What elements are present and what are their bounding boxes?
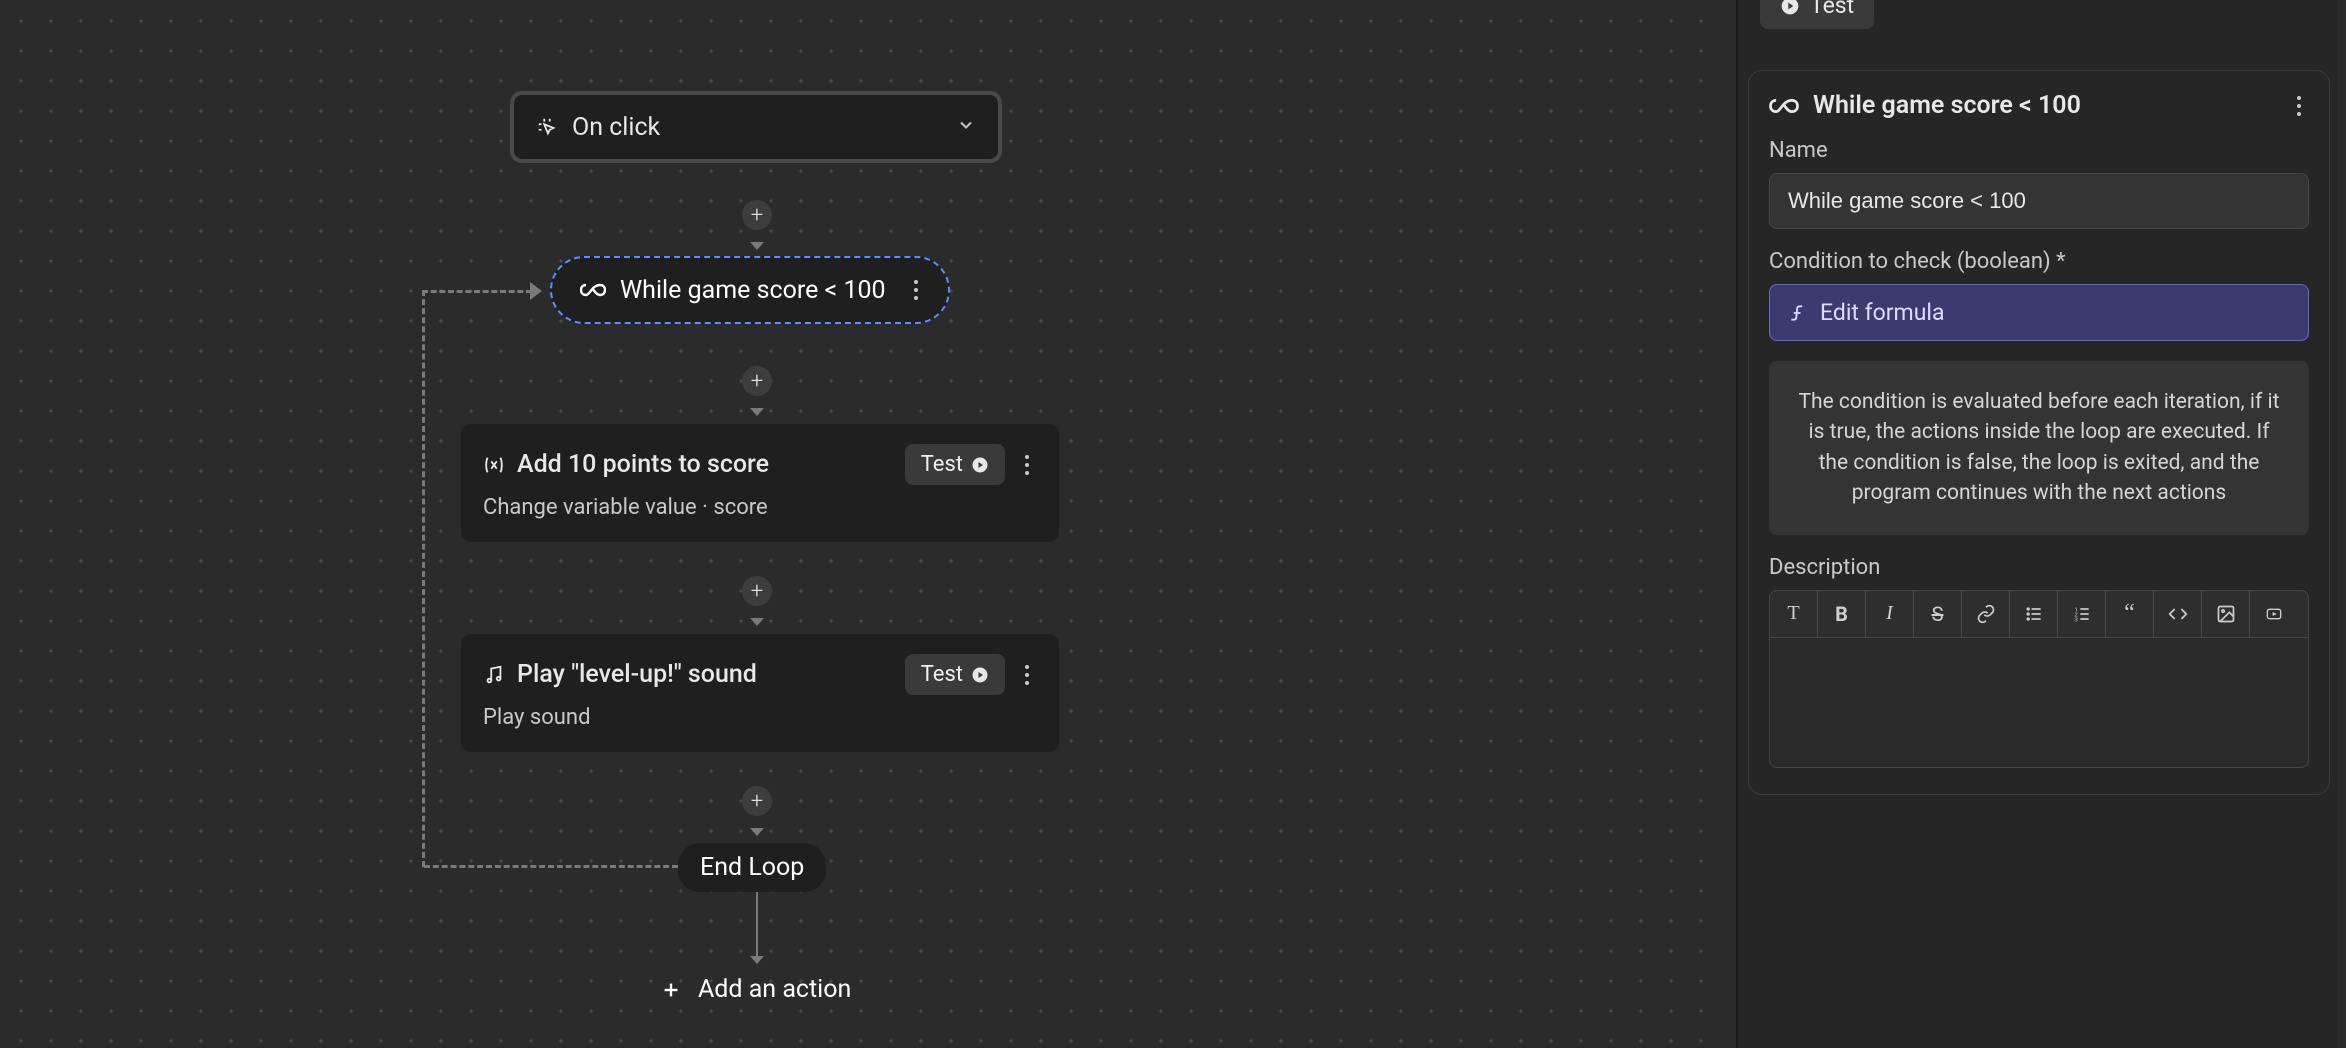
name-input[interactable] <box>1769 173 2309 229</box>
condition-help-text: The condition is evaluated before each i… <box>1769 361 2309 535</box>
panel-test-label: Test <box>1810 0 1854 19</box>
toolbar-bold[interactable]: B <box>1818 591 1866 637</box>
add-node-button[interactable]: + <box>742 200 772 230</box>
loop-back-connector <box>424 865 678 868</box>
connector-arrow-icon <box>750 828 764 836</box>
node-properties-card: While game score < 100 Name Condition to… <box>1748 70 2330 795</box>
function-icon <box>1788 302 1808 324</box>
panel-test-button[interactable]: Test <box>1760 0 1874 29</box>
action-node-add-points[interactable]: Add 10 points to score Test Change varia… <box>461 424 1059 542</box>
add-action-button[interactable]: Add an action <box>658 975 851 1004</box>
music-note-icon <box>483 664 505 686</box>
node-menu-button[interactable] <box>1017 455 1037 475</box>
connector-arrow-icon <box>750 242 764 250</box>
play-circle-icon <box>971 666 989 684</box>
loop-back-connector <box>422 290 425 867</box>
action-subtitle: Play sound <box>483 705 1037 730</box>
toolbar-link[interactable] <box>1962 591 2010 637</box>
while-loop-node[interactable]: While game score < 100 <box>550 256 950 324</box>
infinity-icon <box>1769 97 1799 115</box>
edit-formula-label: Edit formula <box>1820 299 1945 326</box>
edit-formula-button[interactable]: Edit formula <box>1769 284 2309 341</box>
flow-canvas[interactable]: On click + While game score < 100 + Add … <box>0 0 1728 1048</box>
toolbar-strikethrough[interactable]: S <box>1914 591 1962 637</box>
description-field-label: Description <box>1769 555 2309 580</box>
panel-menu-button[interactable] <box>2289 96 2309 116</box>
loop-arrow-icon <box>530 282 542 300</box>
trigger-label: On click <box>572 113 660 142</box>
test-button[interactable]: Test <box>905 444 1005 485</box>
add-action-label: Add an action <box>698 975 851 1004</box>
connector-arrow-icon <box>750 618 764 626</box>
action-subtitle: Change variable value · score <box>483 495 1037 520</box>
connector-line <box>756 892 758 956</box>
inspector-panel: Test While game score < 100 Name Conditi… <box>1736 0 2338 1048</box>
toolbar-quote[interactable]: “ <box>2106 591 2154 637</box>
action-title: Play "level-up!" sound <box>517 660 893 689</box>
toolbar-video[interactable] <box>2250 591 2298 637</box>
end-loop-node[interactable]: End Loop <box>678 843 826 892</box>
cursor-click-icon <box>536 116 558 138</box>
chevron-down-icon[interactable] <box>956 115 976 139</box>
toolbar-image[interactable] <box>2202 591 2250 637</box>
plus-icon <box>658 977 684 1003</box>
name-field-label: Name <box>1769 138 2309 163</box>
end-loop-label: End Loop <box>700 853 804 882</box>
play-circle-icon <box>1780 0 1800 16</box>
description-editor[interactable] <box>1769 638 2309 768</box>
panel-title: While game score < 100 <box>1813 91 2275 120</box>
toolbar-text-style[interactable]: T <box>1770 591 1818 637</box>
toolbar-bullet-list[interactable] <box>2010 591 2058 637</box>
trigger-node[interactable]: On click <box>510 91 1002 163</box>
test-button[interactable]: Test <box>905 654 1005 695</box>
node-menu-button[interactable] <box>906 280 926 300</box>
add-node-button[interactable]: + <box>742 366 772 396</box>
loop-back-connector <box>422 290 532 293</box>
variable-icon <box>483 454 505 476</box>
play-circle-icon <box>971 456 989 474</box>
action-node-play-sound[interactable]: Play "level-up!" sound Test Play sound <box>461 634 1059 752</box>
svg-text:3: 3 <box>2074 617 2077 623</box>
toolbar-italic[interactable]: I <box>1866 591 1914 637</box>
add-node-button[interactable]: + <box>742 576 772 606</box>
while-node-label: While game score < 100 <box>620 276 886 305</box>
add-node-button[interactable]: + <box>742 786 772 816</box>
toolbar-code[interactable] <box>2154 591 2202 637</box>
toolbar-numbered-list[interactable]: 123 <box>2058 591 2106 637</box>
infinity-icon <box>580 282 606 298</box>
test-button-label: Test <box>921 452 963 477</box>
node-menu-button[interactable] <box>1017 665 1037 685</box>
connector-arrow-icon <box>750 408 764 416</box>
connector-arrow-icon <box>750 956 764 964</box>
condition-field-label: Condition to check (boolean) * <box>1769 249 2309 274</box>
test-button-label: Test <box>921 662 963 687</box>
editor-toolbar: T B I S 123 “ <box>1769 590 2309 638</box>
action-title: Add 10 points to score <box>517 450 893 479</box>
